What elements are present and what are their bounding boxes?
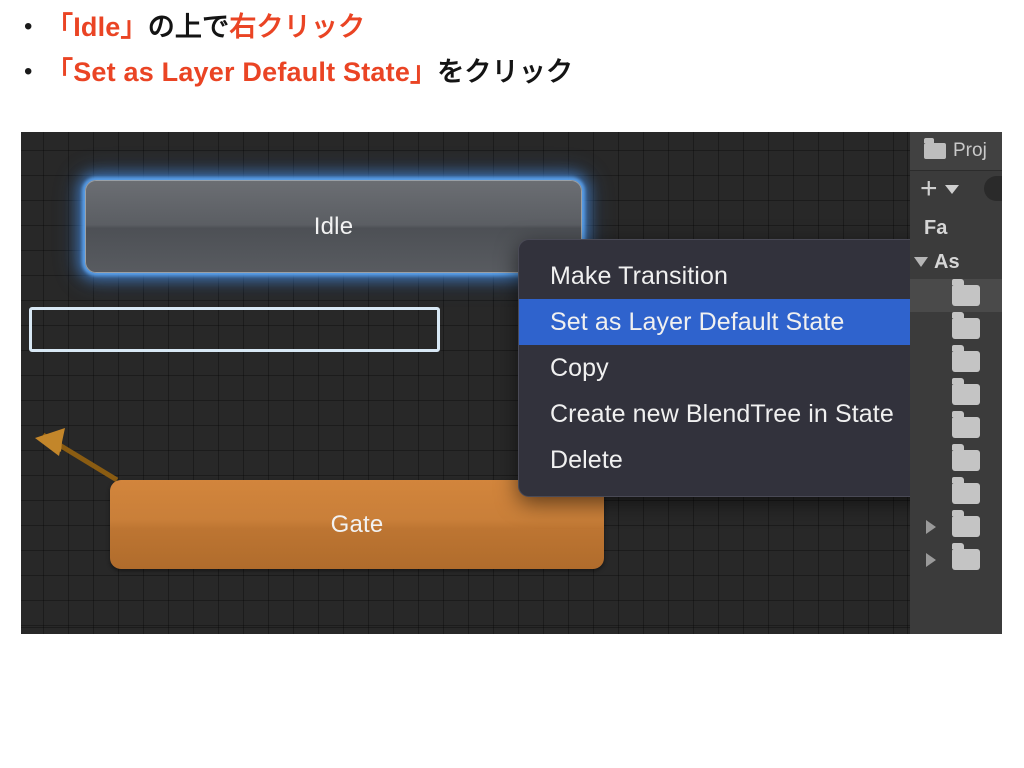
bullet-1-segment-1: 「Idle」: [46, 12, 148, 42]
project-tab-label: Proj: [953, 140, 987, 161]
context-menu-item-label: Delete: [550, 445, 623, 474]
idle-state-node[interactable]: Idle: [85, 180, 582, 273]
context-menu-item-label: Create new BlendTree in State: [550, 399, 894, 428]
folder-icon: [952, 477, 980, 504]
bullet-item-1: • 「Idle」の上で右クリック: [0, 8, 1024, 47]
folder-icon: [952, 411, 980, 438]
add-asset-button[interactable]: +: [920, 174, 938, 204]
bullet-marker: •: [24, 58, 33, 86]
bullet-text-1: 「Idle」の上で右クリック: [46, 8, 365, 47]
bullet-2-segment-1: 「Set as Layer Default State」: [46, 57, 438, 88]
bullet-1-segment-2: の上で: [147, 12, 230, 42]
folder-icon: [952, 279, 980, 306]
slide-bullet-list: • 「Idle」の上で右クリック • 「Set as Layer Default…: [0, 0, 1024, 98]
tree-section-favorites[interactable]: Fa: [910, 211, 1002, 245]
search-input[interactable]: [984, 176, 1002, 201]
list-item[interactable]: [910, 510, 1002, 543]
embedded-screenshot: Idle Gate Make Transition Set as Layer D…: [21, 132, 1002, 634]
project-panel[interactable]: Proj + Fa As: [910, 132, 1002, 634]
chevron-down-icon[interactable]: [914, 257, 928, 267]
context-menu-item-label: Make Transition: [550, 261, 728, 290]
project-panel-toolbar[interactable]: +: [910, 171, 1002, 207]
list-item[interactable]: [910, 378, 1002, 411]
list-item[interactable]: [910, 279, 1002, 312]
chevron-right-icon[interactable]: [926, 552, 936, 567]
context-menu-item-create-new-blendtree-in-state[interactable]: Create new BlendTree in State: [519, 391, 945, 437]
bullet-text-2: 「Set as Layer Default State」をクリック: [46, 53, 573, 92]
context-menu-item-label: Set as Layer Default State: [550, 307, 845, 336]
list-item[interactable]: [910, 411, 1002, 444]
context-menu-item-label: Copy: [550, 353, 609, 382]
context-menu-item-make-transition[interactable]: Make Transition: [519, 253, 945, 299]
list-item[interactable]: [910, 444, 1002, 477]
context-menu-item-delete[interactable]: Delete: [519, 437, 945, 483]
gate-state-label: Gate: [330, 510, 384, 538]
folder-icon: [952, 510, 980, 537]
animator-graph-canvas[interactable]: Idle Gate Make Transition Set as Layer D…: [21, 132, 946, 634]
bullet-2-segment-2: をクリック: [437, 57, 574, 88]
project-panel-tree[interactable]: Fa As: [910, 207, 1002, 576]
bullet-marker: •: [24, 13, 33, 40]
bullet-item-2: • 「Set as Layer Default State」をクリック: [0, 53, 1024, 92]
chevron-down-icon[interactable]: [944, 184, 959, 194]
list-item[interactable]: [910, 345, 1002, 378]
folder-icon: [952, 345, 980, 372]
context-menu[interactable]: Make Transition Set as Layer Default Sta…: [518, 239, 946, 497]
bullet-1-segment-3: 右クリック: [229, 12, 366, 42]
list-item[interactable]: [910, 312, 1002, 345]
list-item[interactable]: [910, 477, 1002, 510]
list-item[interactable]: [910, 543, 1002, 576]
context-menu-item-set-as-layer-default-state[interactable]: Set as Layer Default State: [519, 299, 945, 345]
assets-label: As: [934, 250, 960, 273]
selection-highlight-annotation: [29, 307, 440, 352]
folder-icon: [952, 444, 980, 471]
folder-icon: [952, 378, 980, 405]
project-panel-tabbar[interactable]: Proj: [910, 132, 1002, 171]
folder-icon: [952, 543, 980, 570]
favorites-label: Fa: [924, 216, 948, 239]
context-menu-item-copy[interactable]: Copy: [519, 345, 945, 391]
folder-icon: [952, 312, 980, 339]
folder-icon: [924, 138, 946, 159]
chevron-right-icon[interactable]: [926, 519, 936, 534]
tree-section-assets[interactable]: As: [910, 245, 1002, 279]
idle-state-label: Idle: [313, 212, 354, 240]
